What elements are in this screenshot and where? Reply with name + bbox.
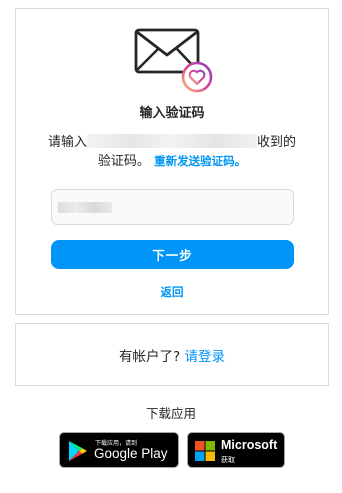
microsoft-store-badge[interactable]: Microsoft 获取 xyxy=(187,432,285,468)
verification-description: 请输入 收到的 验证码。 重新发送验证码。 xyxy=(16,133,328,171)
microsoft-logo-icon xyxy=(195,441,215,461)
desc-line2: 验证码。 xyxy=(97,154,150,169)
page-title: 输入验证码 xyxy=(139,106,205,121)
desc-suffix: 收到的 xyxy=(257,135,297,150)
confirmation-code-input[interactable] xyxy=(51,189,294,225)
download-app-title: 下载应用 xyxy=(145,406,196,421)
redacted-email xyxy=(87,134,257,148)
next-button[interactable]: 下一步 xyxy=(51,240,294,269)
microsoft-label: Microsoft xyxy=(221,438,278,452)
login-link[interactable]: 请登录 xyxy=(184,345,225,365)
google-play-icon xyxy=(69,441,87,461)
verification-card: 输入验证码 请输入 收到的 验证码。 重新发送验证码。 下一步 返回 xyxy=(15,8,329,315)
envelope-heart-icon xyxy=(134,28,213,93)
back-link[interactable]: 返回 xyxy=(16,284,328,300)
login-prompt-text: 有帐户了? xyxy=(119,348,181,365)
google-play-label: Google Play xyxy=(94,446,168,461)
login-prompt-card: 有帐户了? 请登录 xyxy=(15,323,329,386)
desc-prefix: 请输入 xyxy=(47,135,87,150)
microsoft-small-text: 获取 xyxy=(221,456,235,464)
resend-code-link[interactable]: 重新发送验证码。 xyxy=(154,154,246,168)
google-play-badge[interactable]: 下载应用，请到 Google Play xyxy=(59,432,179,468)
